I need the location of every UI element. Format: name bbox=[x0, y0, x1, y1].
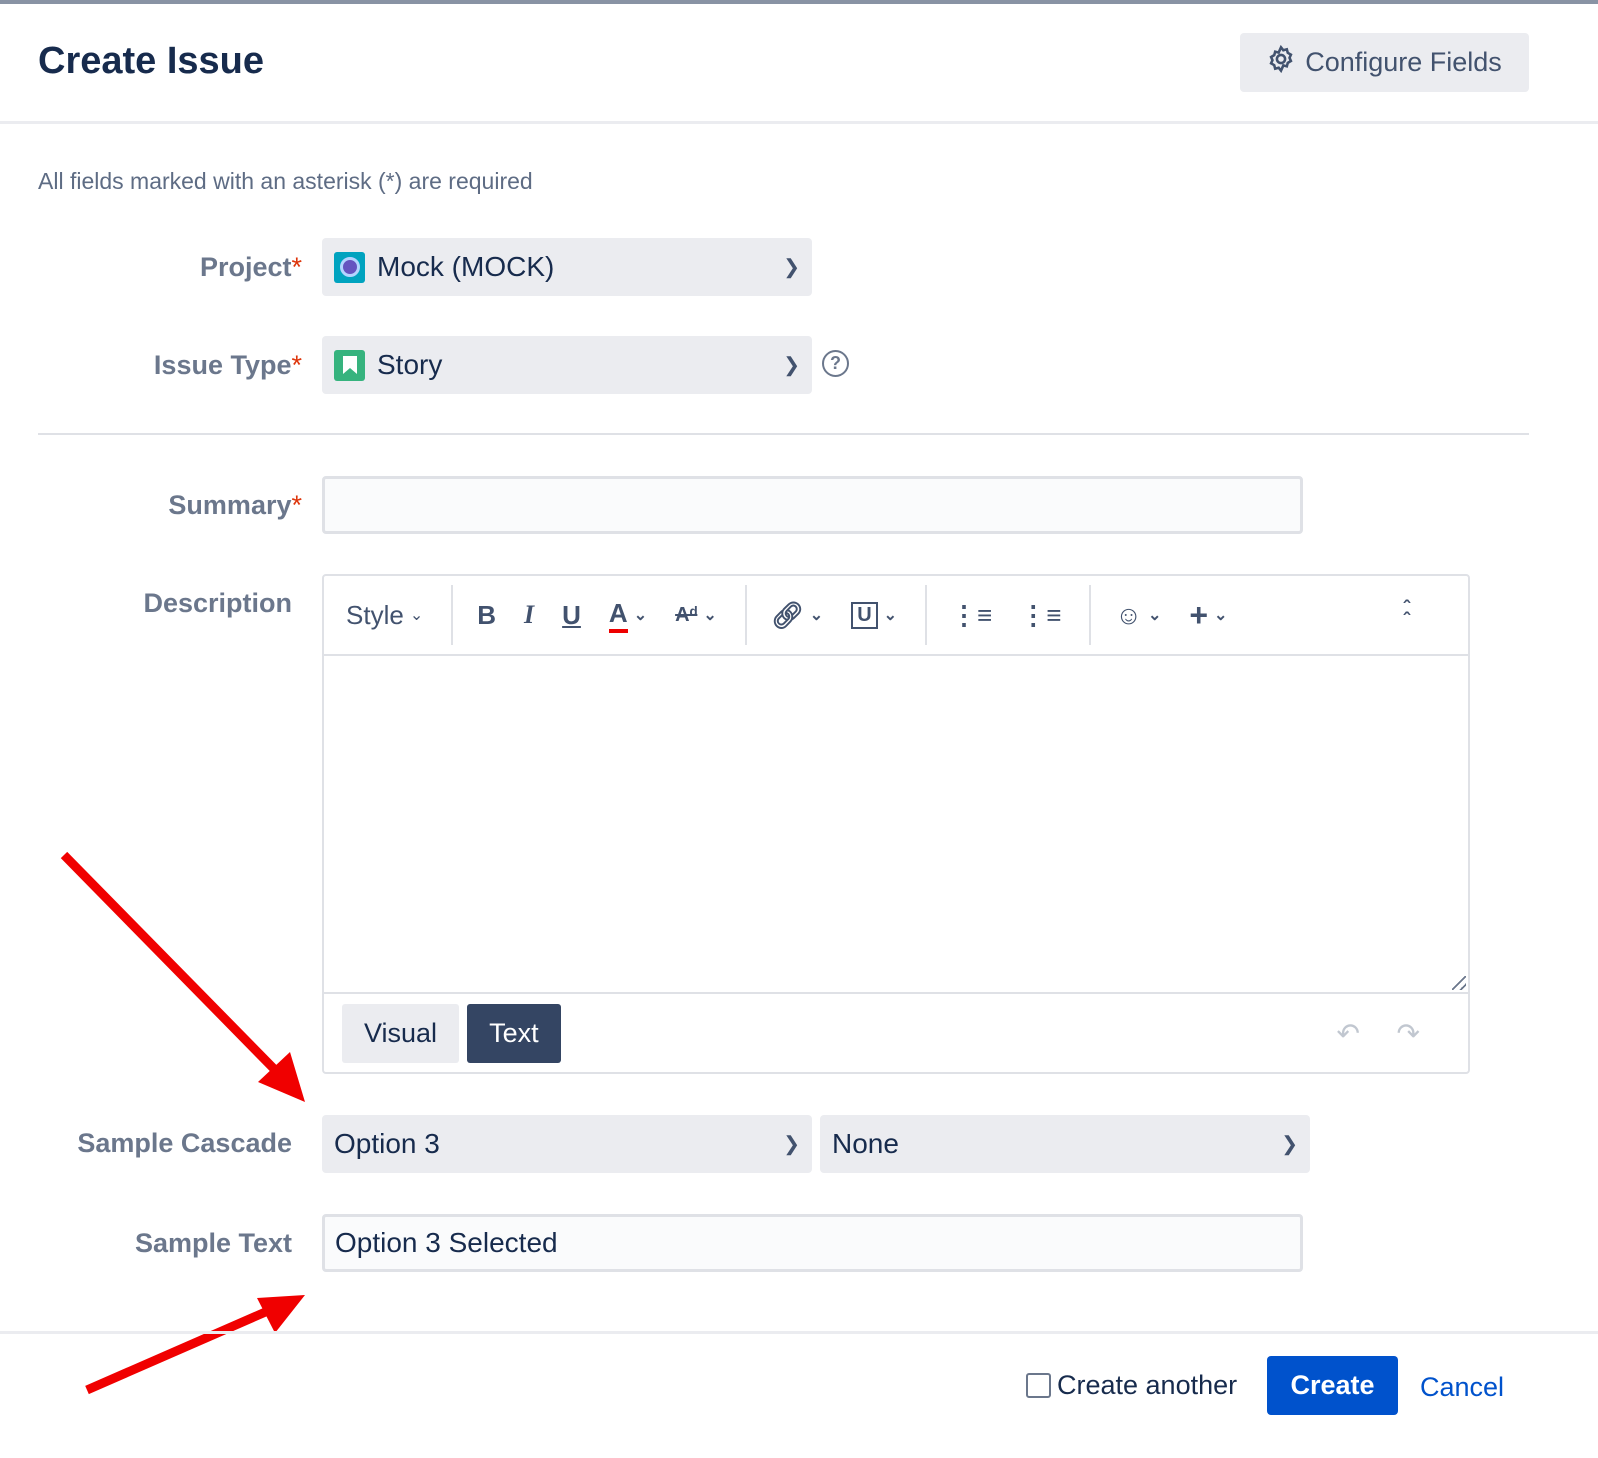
footer-divider bbox=[0, 1331, 1598, 1334]
cancel-link[interactable]: Cancel bbox=[1420, 1372, 1504, 1403]
arrow-to-sample-text bbox=[85, 1295, 305, 1395]
arrow-to-cascade bbox=[60, 851, 305, 1102]
create-another-checkbox[interactable]: Create another bbox=[1026, 1370, 1237, 1401]
create-button[interactable]: Create bbox=[1267, 1356, 1398, 1415]
create-another-label: Create another bbox=[1057, 1370, 1238, 1400]
annotation-arrows bbox=[60, 851, 305, 1395]
checkbox[interactable] bbox=[1026, 1373, 1051, 1398]
